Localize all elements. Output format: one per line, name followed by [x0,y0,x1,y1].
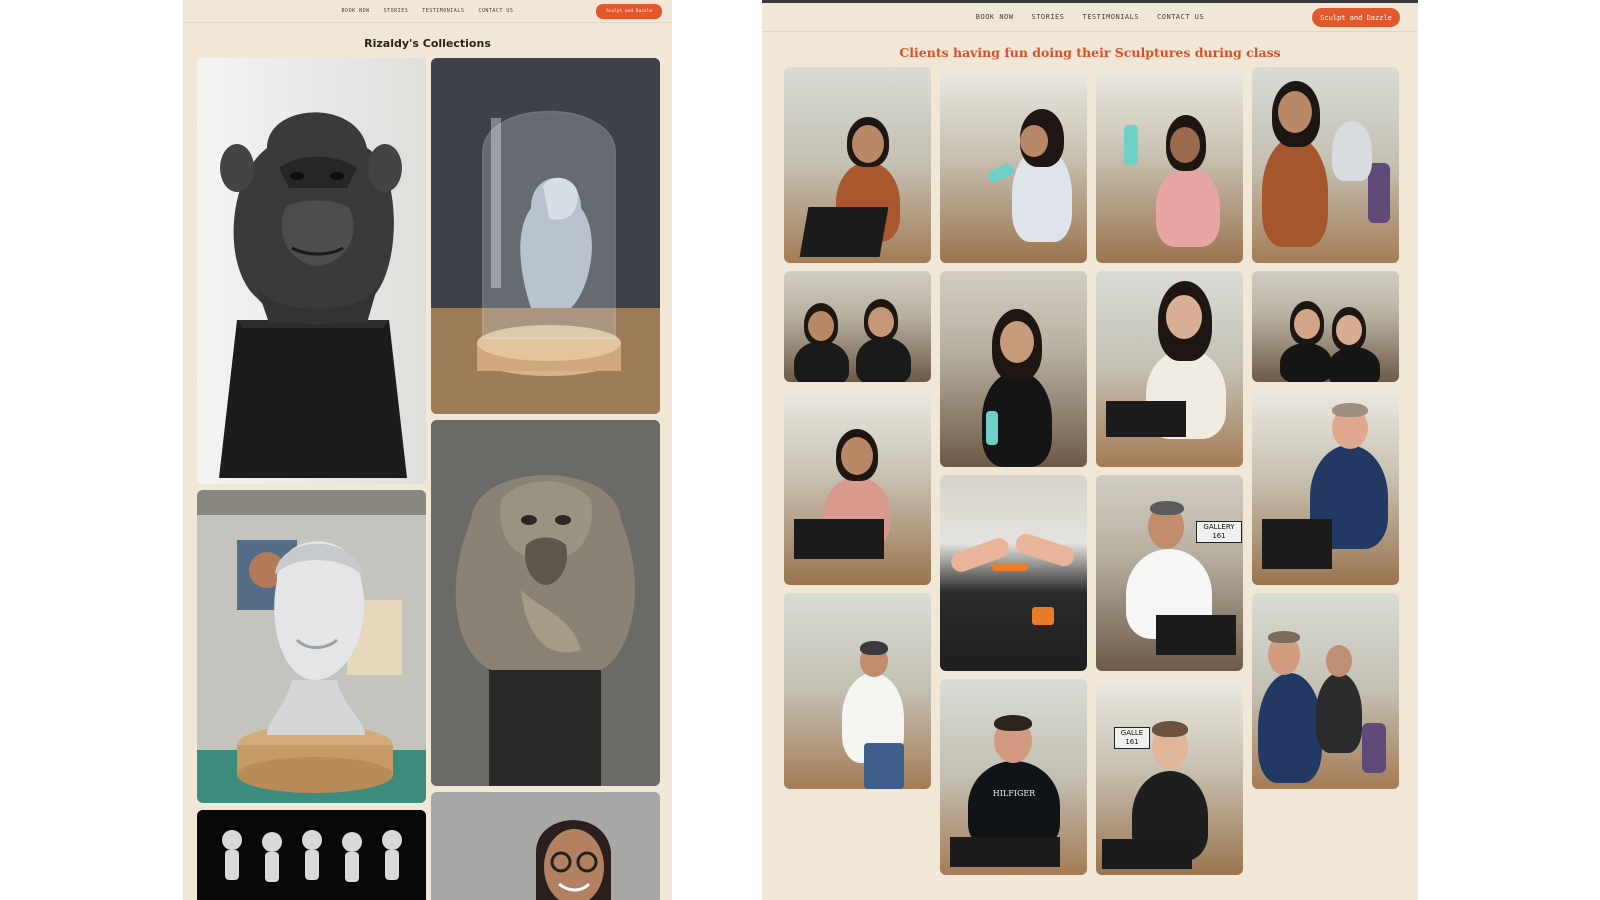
sculpt-and-dazzle-button[interactable]: Sculpt and Dazzle [1312,8,1400,27]
class-photo[interactable] [784,271,931,382]
page-title: Clients having fun doing their Sculpture… [899,45,1281,60]
sculpt-and-dazzle-button[interactable]: Sculpt and Dazzle [596,4,662,19]
elderly-woman-bust-image [197,490,426,803]
class-photo[interactable]: GALLERY 161 [1096,475,1243,671]
class-photo[interactable] [940,271,1087,467]
artist-portrait[interactable] [431,792,660,900]
class-photo[interactable]: HILFIGER [940,679,1087,875]
nav-contact-us[interactable]: CONTACT US [478,8,513,14]
nav-testimonials[interactable]: TESTIMONIALS [1083,13,1140,21]
class-photo[interactable] [1096,67,1243,263]
page-title: Rizaldy's Collections [364,37,491,50]
collections-page: BOOK NOW STORIES TESTIMONIALS CONTACT US… [183,0,672,900]
nav-book-now[interactable]: BOOK NOW [342,8,370,14]
class-photo[interactable] [784,389,931,585]
class-photo[interactable] [1252,389,1399,585]
class-photo[interactable] [940,475,1087,671]
nav-stories[interactable]: STORIES [1031,13,1064,21]
bust-series-image [197,810,426,900]
class-photo[interactable] [1252,271,1399,382]
thinking-gorilla-image [431,420,660,786]
gallery-sign: GALLERY 161 [1196,521,1242,543]
nav-book-now[interactable]: BOOK NOW [976,13,1014,21]
nav-testimonials[interactable]: TESTIMONIALS [422,8,464,14]
class-photo[interactable] [940,67,1087,263]
artist-portrait-image [431,792,660,900]
class-photo[interactable]: GALLE 161 [1096,679,1243,875]
class-gallery-page: BOOK NOW STORIES TESTIMONIALS CONTACT US… [762,0,1418,900]
class-photo[interactable] [784,593,931,789]
class-photo[interactable] [1252,593,1399,789]
sculpture-thinking-gorilla[interactable] [431,420,660,786]
chimpanzee-bust-image [197,58,426,484]
sculpture-glass-dome[interactable] [431,58,660,414]
nav-contact-us[interactable]: CONTACT US [1157,13,1204,21]
sculpture-bust-series[interactable] [197,810,426,900]
sculpture-chimpanzee-bust[interactable] [197,58,426,484]
nav-stories[interactable]: STORIES [384,8,409,14]
class-photo[interactable] [784,67,931,263]
class-photo[interactable] [1096,271,1243,467]
gallery-sign-2: GALLE 161 [1114,727,1150,749]
sculpture-elderly-woman-bust[interactable] [197,490,426,803]
glass-dome-image [431,58,660,414]
class-photo[interactable] [1252,67,1399,263]
shirt-text: HILFIGER [992,789,1036,798]
